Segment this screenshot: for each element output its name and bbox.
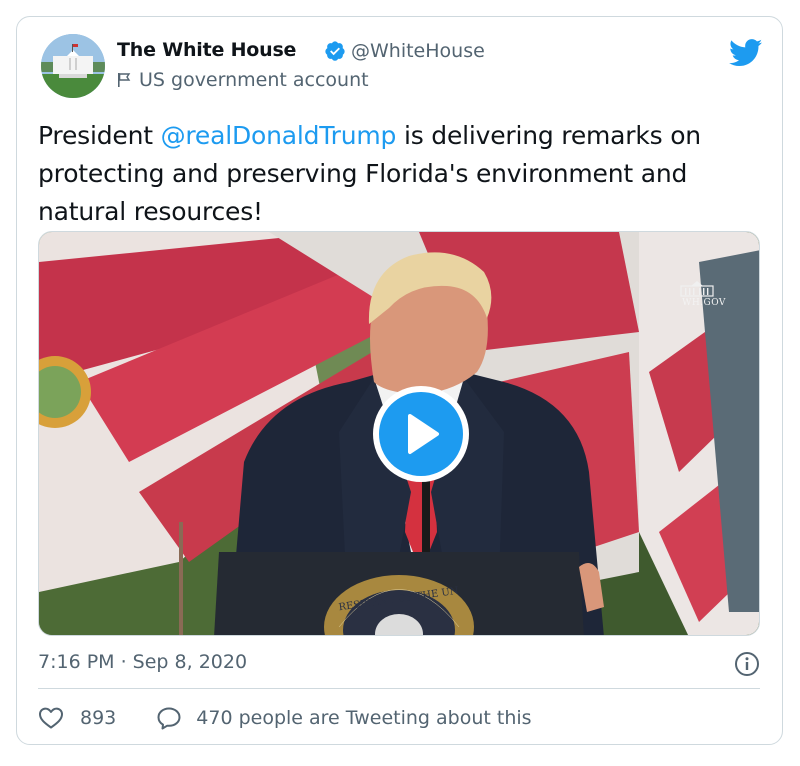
like-count[interactable]: 893 bbox=[80, 707, 116, 729]
wh-watermark: WH.GOV bbox=[677, 280, 731, 308]
author-name[interactable]: The White House bbox=[117, 39, 296, 61]
tweet-text: President @realDonaldTrump is delivering… bbox=[38, 117, 768, 231]
heart-icon[interactable] bbox=[38, 706, 64, 730]
white-house-watermark-icon bbox=[680, 281, 714, 297]
play-button[interactable] bbox=[373, 386, 469, 482]
video-player[interactable]: RESIDENT OF THE UN WH.GOV bbox=[38, 231, 760, 636]
verified-badge-icon bbox=[325, 41, 345, 61]
play-icon bbox=[408, 414, 439, 454]
info-icon[interactable] bbox=[734, 651, 760, 677]
mention-link[interactable]: @realDonaldTrump bbox=[161, 121, 397, 150]
people-tweeting-text[interactable]: 470 people are Tweeting about this bbox=[196, 707, 531, 729]
divider bbox=[38, 688, 760, 689]
watermark-text: WH.GOV bbox=[682, 298, 726, 308]
white-house-avatar-icon bbox=[41, 34, 105, 98]
tweet-embed-card[interactable]: The White House @WhiteHouse US governmen… bbox=[16, 16, 783, 745]
reply-bubble-icon[interactable] bbox=[156, 706, 182, 730]
tweet-timestamp[interactable]: 7:16 PM · Sep 8, 2020 bbox=[38, 651, 247, 673]
twitter-bird-icon[interactable] bbox=[729, 39, 763, 67]
government-account-label: US government account bbox=[117, 69, 369, 91]
flag-icon bbox=[118, 73, 131, 87]
author-handle[interactable]: @WhiteHouse bbox=[351, 40, 485, 62]
engagement-bar: 893 470 people are Tweeting about this bbox=[38, 706, 532, 730]
government-account-text: US government account bbox=[139, 69, 369, 91]
author-avatar[interactable] bbox=[41, 34, 105, 98]
tweet-text-before: President bbox=[38, 121, 161, 150]
